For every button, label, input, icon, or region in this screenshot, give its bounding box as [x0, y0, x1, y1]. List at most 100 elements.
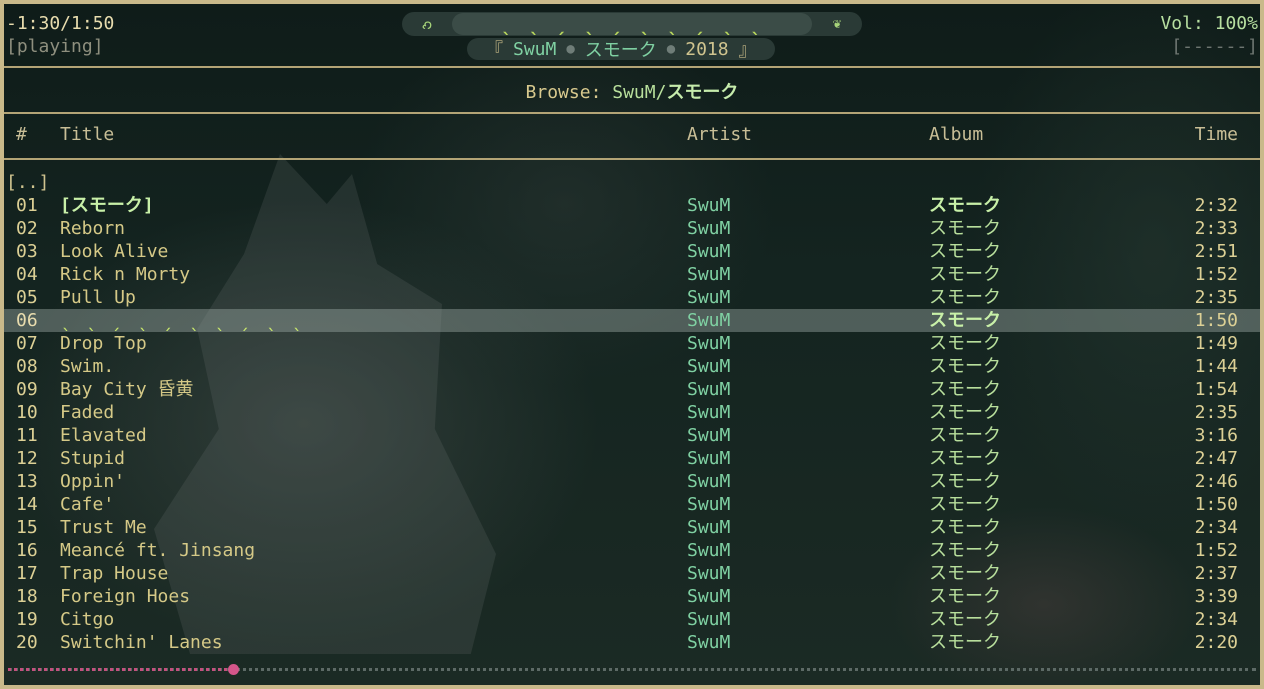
track-row[interactable]: 07 Drop Top SwuM スモーク 1:49 — [4, 332, 1260, 355]
now-playing-album: スモーク — [584, 40, 657, 61]
track-row[interactable]: 18 Foreign Hoes SwuM スモーク 3:39 — [4, 585, 1260, 608]
track-row[interactable]: 04 Rick n Morty SwuM スモーク 1:52 — [4, 263, 1260, 286]
track-row[interactable]: 14 Cafe' SwuM スモーク 1:50 — [4, 493, 1260, 516]
track-number: 02 — [16, 218, 38, 239]
track-title: Trap House — [60, 563, 169, 584]
volume-bar[interactable]: [------] — [1160, 35, 1258, 58]
progress-knob[interactable] — [228, 664, 239, 675]
track-row[interactable]: 01 [スモーク] SwuM スモーク 2:32 — [4, 194, 1260, 217]
parent-directory[interactable]: [..] — [6, 172, 49, 193]
volume-display: Vol: 100% [------] — [1160, 12, 1258, 58]
track-title: Swim. — [60, 356, 115, 377]
now-playing-title-bar: 𐑺 ˎ ˎ ˏ ˎ ˏ ˎ ˎ ˏ ˎ ˎ ❦ — [402, 12, 862, 36]
close-bracket: 』 — [738, 40, 757, 61]
track-row[interactable]: 03 Look Alive SwuM スモーク 2:51 — [4, 240, 1260, 263]
player-window: -1:30/1:50 [playing] 𐑺 ˎ ˎ ˏ ˎ ˏ ˎ ˎ ˏ ˎ… — [0, 0, 1264, 689]
track-time: 2:47 — [1194, 448, 1238, 469]
track-artist: SwuM — [687, 287, 731, 308]
track-number: 19 — [16, 609, 38, 630]
track-album: スモーク — [929, 632, 1001, 653]
track-artist: SwuM — [687, 379, 731, 400]
track-artist: SwuM — [687, 471, 731, 492]
track-artist: SwuM — [687, 586, 731, 607]
track-time: 3:39 — [1194, 586, 1238, 607]
track-number: 18 — [16, 586, 38, 607]
progress-bar[interactable] — [8, 664, 1256, 676]
track-number: 13 — [16, 471, 38, 492]
playback-status: -1:30/1:50 [playing] — [6, 12, 114, 58]
track-row[interactable]: 10 Faded SwuM スモーク 2:35 — [4, 401, 1260, 424]
track-title: Look Alive — [60, 241, 169, 262]
track-artist: SwuM — [687, 563, 731, 584]
track-row[interactable]: 15 Trust Me SwuM スモーク 2:34 — [4, 516, 1260, 539]
column-header-num[interactable]: # — [16, 124, 27, 145]
track-title: Foreign Hoes — [60, 586, 191, 607]
track-artist: SwuM — [687, 494, 731, 515]
track-row[interactable]: 06 ˎ ˎ ˏ ˎ ˏ ˎ ˎ ˏ ˎ ˎ SwuM スモーク 1:50 — [4, 309, 1260, 332]
track-time: 2:34 — [1194, 517, 1238, 538]
column-header-title[interactable]: Title — [60, 124, 114, 145]
track-time: 2:32 — [1194, 195, 1238, 216]
track-number: 15 — [16, 517, 38, 538]
track-album: スモーク — [929, 287, 1001, 308]
now-playing-info: 『 SwuM ● スモーク ● 2018 』 — [467, 38, 775, 61]
track-number: 14 — [16, 494, 38, 515]
track-row[interactable]: 13 Oppin' SwuM スモーク 2:46 — [4, 470, 1260, 493]
track-row[interactable]: 20 Switchin' Lanes SwuM スモーク 2:20 — [4, 631, 1260, 654]
track-row[interactable]: 12 Stupid SwuM スモーク 2:47 — [4, 447, 1260, 470]
track-row[interactable]: 05 Pull Up SwuM スモーク 2:35 — [4, 286, 1260, 309]
column-header-album[interactable]: Album — [929, 124, 983, 145]
track-row[interactable]: 19 Citgo SwuM スモーク 2:34 — [4, 608, 1260, 631]
track-album: スモーク — [929, 471, 1001, 492]
track-row[interactable]: 09 Bay City 昏黄 SwuM スモーク 1:54 — [4, 378, 1260, 401]
separator-dot-icon: ● — [566, 41, 575, 57]
track-title: Bay City 昏黄 — [60, 379, 194, 400]
track-row[interactable]: 08 Swim. SwuM スモーク 1:44 — [4, 355, 1260, 378]
track-title: Meancé ft. Jinsang — [60, 540, 256, 561]
track-artist: SwuM — [687, 333, 731, 354]
track-album: スモーク — [929, 310, 1001, 331]
track-title: ˎ ˎ ˏ ˎ ˏ ˎ ˎ ˏ ˎ ˎ — [60, 310, 304, 331]
track-album: スモーク — [929, 379, 1001, 400]
track-artist: SwuM — [687, 264, 731, 285]
track-title: Cafe' — [60, 494, 115, 515]
track-number: 11 — [16, 425, 38, 446]
track-album: スモーク — [929, 586, 1001, 607]
track-time: 2:35 — [1194, 402, 1238, 423]
track-number: 09 — [16, 379, 38, 400]
track-number: 16 — [16, 540, 38, 561]
volume-level[interactable]: Vol: 100% — [1160, 12, 1258, 35]
track-title: Switchin' Lanes — [60, 632, 223, 653]
track-number: 12 — [16, 448, 38, 469]
column-header-time[interactable]: Time — [1195, 124, 1238, 145]
browse-path-current: スモーク — [666, 82, 739, 103]
track-artist: SwuM — [687, 218, 731, 239]
track-album: スモーク — [929, 425, 1001, 446]
track-artist: SwuM — [687, 448, 731, 469]
track-artist: SwuM — [687, 425, 731, 446]
track-album: スモーク — [929, 517, 1001, 538]
track-row[interactable]: 16 Meancé ft. Jinsang SwuM スモーク 1:52 — [4, 539, 1260, 562]
track-time: 2:37 — [1194, 563, 1238, 584]
progress-fill — [8, 668, 233, 671]
now-playing-year: 2018 — [685, 38, 729, 60]
track-row[interactable]: 17 Trap House SwuM スモーク 2:37 — [4, 562, 1260, 585]
track-time: 2:20 — [1194, 632, 1238, 653]
grass-icon: 𐑺 — [421, 16, 433, 33]
track-time: 2:33 — [1194, 218, 1238, 239]
column-header-artist[interactable]: Artist — [687, 124, 752, 145]
track-album: スモーク — [929, 448, 1001, 469]
track-title: Rick n Morty — [60, 264, 191, 285]
separator-dot-icon: ● — [666, 41, 676, 57]
track-album: スモーク — [929, 563, 1001, 584]
track-album: スモーク — [929, 540, 1001, 561]
track-album: スモーク — [929, 264, 1001, 285]
columns-divider — [4, 158, 1260, 160]
track-title: Drop Top — [60, 333, 147, 354]
track-album: スモーク — [929, 609, 1001, 630]
track-album: スモーク — [929, 494, 1001, 515]
track-time: 1:52 — [1194, 264, 1238, 285]
track-row[interactable]: 02 Reborn SwuM スモーク 2:33 — [4, 217, 1260, 240]
track-row[interactable]: 11 Elavated SwuM スモーク 3:16 — [4, 424, 1260, 447]
track-album: スモーク — [929, 195, 1001, 216]
